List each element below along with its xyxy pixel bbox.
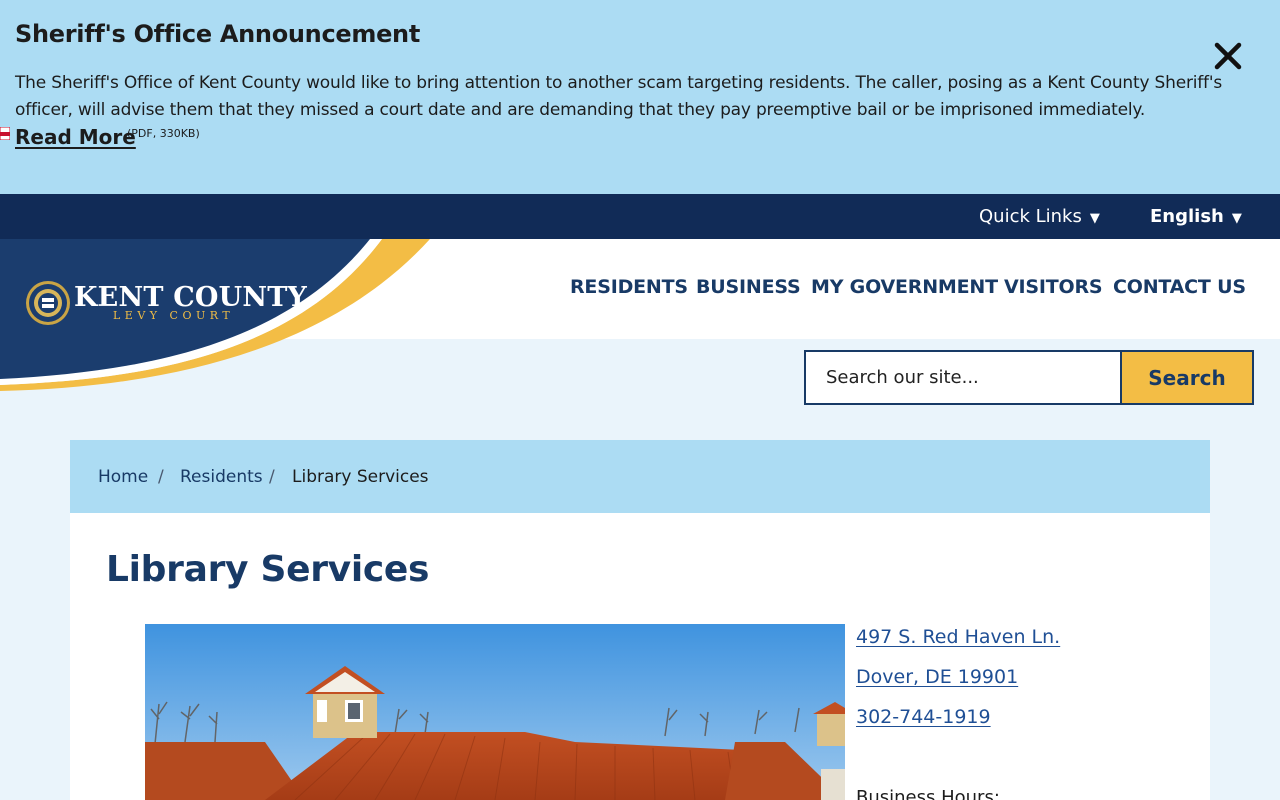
search-input[interactable] [804, 350, 1122, 405]
brand-subtitle: LEVY COURT [113, 309, 235, 322]
nav-business[interactable]: BUSINESS [696, 239, 801, 339]
breadcrumb-separator: / [158, 467, 164, 487]
pdf-icon [0, 127, 10, 140]
close-icon[interactable] [1210, 38, 1246, 74]
nav-my-government[interactable]: MY GOVERNMENT [811, 239, 998, 339]
page-title: Library Services [106, 549, 430, 590]
read-more-link[interactable]: Read More [15, 125, 136, 149]
county-seal-icon[interactable] [25, 280, 71, 326]
business-hours-label: Business Hours: [856, 787, 1000, 800]
address-line2-link[interactable]: Dover, DE 19901 [856, 666, 1018, 688]
breadcrumb-residents[interactable]: Residents [180, 467, 263, 487]
breadcrumb: Home / Residents / Library Services [70, 440, 1210, 513]
announcement-title: Sheriff's Office Announcement [15, 20, 421, 48]
phone-link[interactable]: 302-744-1919 [856, 706, 991, 728]
utility-bar: Quick Links ▼ English ▼ [0, 194, 1280, 239]
quick-links-label: Quick Links [979, 206, 1082, 227]
announcement-body: The Sheriff's Office of Kent County woul… [15, 73, 1222, 120]
breadcrumb-home[interactable]: Home [98, 467, 148, 487]
nav-visitors[interactable]: VISITORS [1004, 239, 1103, 339]
address-line1-link[interactable]: 497 S. Red Haven Ln. [856, 626, 1060, 648]
chevron-down-icon: ▼ [1089, 211, 1100, 226]
library-building-image [145, 624, 845, 800]
breadcrumb-separator: / [269, 467, 275, 487]
language-selector[interactable]: English ▼ [1150, 194, 1242, 239]
nav-contact-us[interactable]: CONTACT US [1113, 239, 1246, 339]
announcement-banner: Sheriff's Office Announcement The Sherif… [0, 0, 1280, 194]
nav-residents[interactable]: RESIDENTS [570, 239, 688, 339]
breadcrumb-current: Library Services [292, 467, 429, 487]
search-button[interactable]: Search [1120, 350, 1254, 405]
chevron-down-icon: ▼ [1231, 211, 1242, 226]
pdf-file-info: (PDF, 330KB) [127, 127, 200, 140]
language-label: English [1150, 206, 1224, 227]
quick-links-dropdown[interactable]: Quick Links ▼ [979, 194, 1100, 239]
